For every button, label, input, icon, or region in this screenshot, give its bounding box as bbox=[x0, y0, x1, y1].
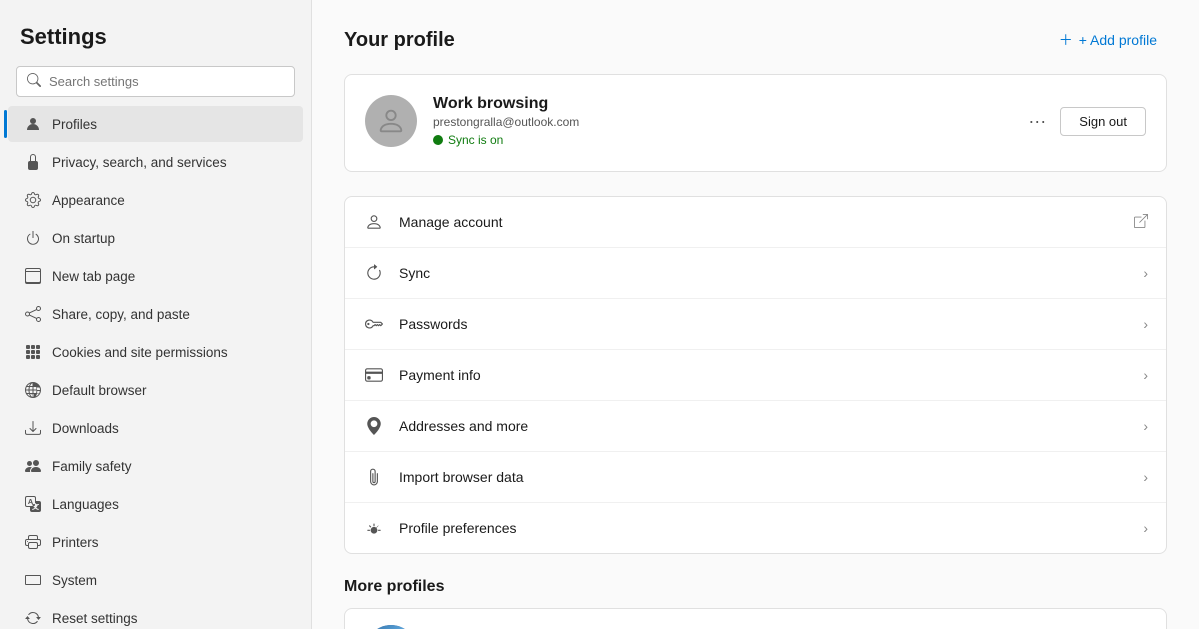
current-profile-card: Work browsing prestongralla@outlook.com … bbox=[344, 74, 1167, 172]
passwords-label: Passwords bbox=[399, 316, 1129, 332]
chevron-right-icon: › bbox=[1143, 520, 1148, 536]
sidebar-item-default-browser[interactable]: Default browser bbox=[8, 372, 303, 408]
profile-info: Work browsing prestongralla@outlook.com … bbox=[433, 95, 1006, 147]
appearance-icon bbox=[24, 191, 42, 209]
sidebar-item-languages[interactable]: Languages bbox=[8, 486, 303, 522]
browser-icon bbox=[24, 381, 42, 399]
sidebar-item-downloads[interactable]: Downloads bbox=[8, 410, 303, 446]
sidebar-item-label: Family safety bbox=[52, 459, 132, 474]
sidebar-item-privacy[interactable]: Privacy, search, and services bbox=[8, 144, 303, 180]
family-icon bbox=[24, 457, 42, 475]
sidebar-item-new-tab[interactable]: New tab page bbox=[8, 258, 303, 294]
printer-icon bbox=[24, 533, 42, 551]
sidebar-item-label: Default browser bbox=[52, 383, 147, 398]
sidebar-item-cookies[interactable]: Cookies and site permissions bbox=[8, 334, 303, 370]
external-link-icon bbox=[1134, 214, 1148, 231]
profiles-icon bbox=[24, 115, 42, 133]
preferences-label: Profile preferences bbox=[399, 520, 1129, 536]
more-options-button[interactable]: ··· bbox=[1022, 106, 1052, 136]
sidebar-item-on-startup[interactable]: On startup bbox=[8, 220, 303, 256]
person-icon bbox=[376, 106, 406, 136]
grid-icon bbox=[24, 343, 42, 361]
sidebar-item-label: New tab page bbox=[52, 269, 135, 284]
language-icon bbox=[24, 495, 42, 513]
sidebar-item-label: Languages bbox=[52, 497, 119, 512]
sync-label: Sync is on bbox=[448, 133, 503, 147]
manage-account-icon bbox=[363, 211, 385, 233]
passwords-icon bbox=[363, 313, 385, 335]
sidebar-item-printers[interactable]: Printers bbox=[8, 524, 303, 560]
payment-label: Payment info bbox=[399, 367, 1129, 383]
profile-name: Work browsing bbox=[433, 95, 1006, 113]
sidebar-item-share[interactable]: Share, copy, and paste bbox=[8, 296, 303, 332]
profile-menu-list: Manage account Sync › Passwords › Paymen… bbox=[344, 196, 1167, 554]
import-label: Import browser data bbox=[399, 469, 1129, 485]
sidebar-item-label: Downloads bbox=[52, 421, 119, 436]
sidebar-item-label: Reset settings bbox=[52, 611, 138, 626]
personal-avatar bbox=[365, 625, 417, 629]
search-input[interactable] bbox=[49, 74, 284, 89]
sidebar-item-label: Share, copy, and paste bbox=[52, 307, 190, 322]
system-icon bbox=[24, 571, 42, 589]
profile-actions: ··· Sign out bbox=[1022, 106, 1146, 136]
addresses-icon bbox=[363, 415, 385, 437]
chevron-right-icon: › bbox=[1143, 367, 1148, 383]
preferences-item[interactable]: Profile preferences › bbox=[345, 503, 1166, 553]
sidebar-item-label: Privacy, search, and services bbox=[52, 155, 227, 170]
plus-icon: ＋ bbox=[1059, 30, 1073, 50]
reset-icon bbox=[24, 609, 42, 627]
tab-icon bbox=[24, 267, 42, 285]
download-icon bbox=[24, 419, 42, 437]
sidebar-item-system[interactable]: System bbox=[8, 562, 303, 598]
profile-header: Work browsing prestongralla@outlook.com … bbox=[365, 95, 1146, 147]
payment-icon bbox=[363, 364, 385, 386]
personal-profile-card: Personal pgralla@hotmail.com Switch bbox=[344, 608, 1167, 629]
main-content: Your profile ＋ + Add profile Work browsi… bbox=[312, 0, 1199, 629]
sidebar-item-label: Appearance bbox=[52, 193, 125, 208]
profile-email: prestongralla@outlook.com bbox=[433, 115, 1006, 129]
sidebar-item-family[interactable]: Family safety bbox=[8, 448, 303, 484]
import-item[interactable]: Import browser data › bbox=[345, 452, 1166, 503]
sidebar-item-label: System bbox=[52, 573, 97, 588]
sidebar: Settings Profiles Privacy, search, and s… bbox=[0, 0, 312, 629]
power-icon bbox=[24, 229, 42, 247]
sidebar-item-appearance[interactable]: Appearance bbox=[8, 182, 303, 218]
page-title: Your profile bbox=[344, 29, 455, 52]
preferences-icon bbox=[363, 517, 385, 539]
share-icon bbox=[24, 305, 42, 323]
sidebar-item-label: On startup bbox=[52, 231, 115, 246]
add-profile-label: + Add profile bbox=[1079, 32, 1157, 48]
import-icon bbox=[363, 466, 385, 488]
sync-indicator bbox=[433, 135, 443, 145]
payment-item[interactable]: Payment info › bbox=[345, 350, 1166, 401]
passwords-item[interactable]: Passwords › bbox=[345, 299, 1166, 350]
manage-account-label: Manage account bbox=[399, 214, 1120, 230]
main-header: Your profile ＋ + Add profile bbox=[344, 24, 1167, 56]
more-profiles-title: More profiles bbox=[344, 578, 1167, 596]
addresses-label: Addresses and more bbox=[399, 418, 1129, 434]
chevron-right-icon: › bbox=[1143, 316, 1148, 332]
sign-out-button[interactable]: Sign out bbox=[1060, 107, 1146, 136]
search-box bbox=[16, 66, 295, 97]
sidebar-item-label: Cookies and site permissions bbox=[52, 345, 228, 360]
sidebar-item-profiles[interactable]: Profiles bbox=[8, 106, 303, 142]
sync-icon bbox=[363, 262, 385, 284]
sync-menu-label: Sync bbox=[399, 265, 1129, 281]
sync-item[interactable]: Sync › bbox=[345, 248, 1166, 299]
sidebar-item-reset[interactable]: Reset settings bbox=[8, 600, 303, 629]
sidebar-item-label: Profiles bbox=[52, 117, 97, 132]
sidebar-item-label: Printers bbox=[52, 535, 99, 550]
sync-status: Sync is on bbox=[433, 133, 1006, 147]
app-title: Settings bbox=[0, 16, 311, 66]
personal-avatar-image bbox=[365, 625, 417, 629]
add-profile-button[interactable]: ＋ + Add profile bbox=[1049, 24, 1167, 56]
addresses-item[interactable]: Addresses and more › bbox=[345, 401, 1166, 452]
search-icon bbox=[27, 73, 41, 90]
avatar bbox=[365, 95, 417, 147]
privacy-icon bbox=[24, 153, 42, 171]
manage-account-item[interactable]: Manage account bbox=[345, 197, 1166, 248]
chevron-right-icon: › bbox=[1143, 418, 1148, 434]
chevron-right-icon: › bbox=[1143, 265, 1148, 281]
chevron-right-icon: › bbox=[1143, 469, 1148, 485]
